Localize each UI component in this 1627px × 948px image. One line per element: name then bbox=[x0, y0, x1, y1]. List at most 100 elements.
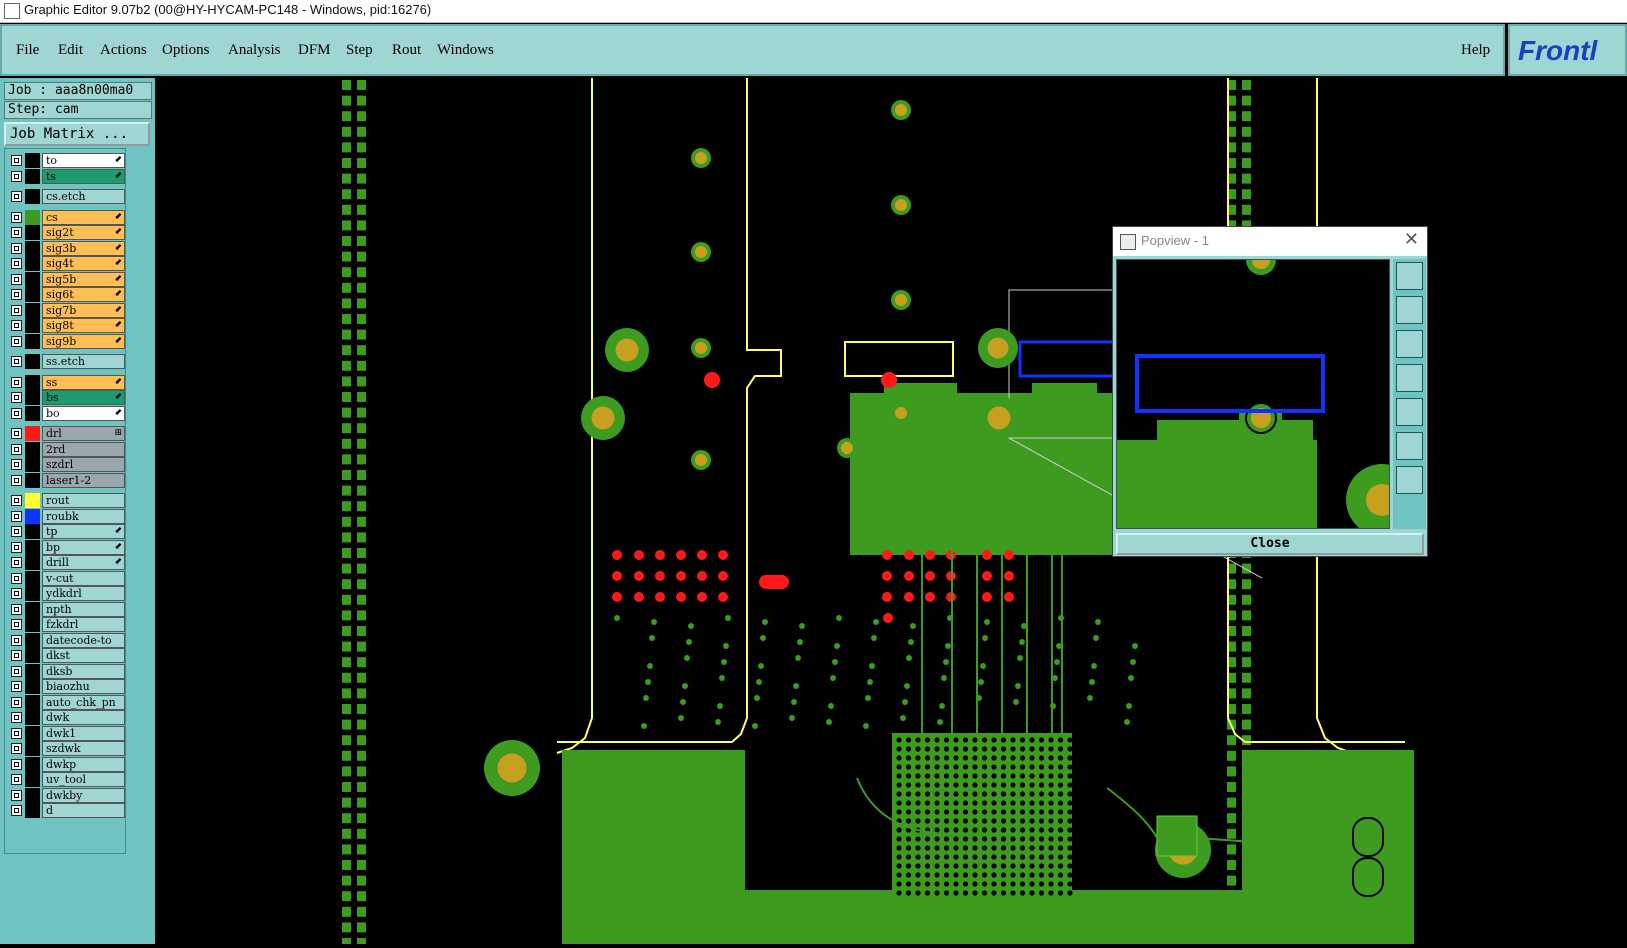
zoom-out-icon[interactable] bbox=[1396, 466, 1423, 494]
layer-name[interactable]: to ⬋ bbox=[42, 153, 125, 168]
layer-checkbox[interactable] bbox=[11, 541, 22, 553]
layer-color-swatch[interactable] bbox=[25, 663, 40, 679]
layer-name[interactable]: sig4t ⬋ bbox=[42, 256, 125, 271]
layer-row-sig3b[interactable]: sig3b ⬋ bbox=[7, 240, 125, 256]
layer-name[interactable]: auto_chk_pn bbox=[42, 694, 125, 710]
layer-name[interactable]: roubk bbox=[42, 508, 125, 524]
layer-name[interactable]: bs ⬋ bbox=[42, 390, 125, 405]
layer-checkbox[interactable] bbox=[11, 407, 22, 419]
pan-up-icon[interactable] bbox=[1396, 296, 1423, 324]
layer-checkbox[interactable] bbox=[11, 258, 22, 269]
menu-options[interactable]: Options bbox=[162, 42, 210, 59]
layer-name[interactable]: uv_tool bbox=[42, 772, 125, 787]
layer-row-szdwk[interactable]: szdwk bbox=[7, 741, 125, 756]
layer-checkbox[interactable] bbox=[11, 392, 22, 403]
layer-checkbox[interactable] bbox=[11, 474, 22, 486]
layer-name[interactable]: drill ⬋ bbox=[42, 555, 125, 570]
layer-checkbox[interactable] bbox=[11, 572, 22, 584]
layer-name[interactable]: laser1-2 bbox=[42, 472, 125, 488]
layer-name[interactable]: 2rd bbox=[42, 441, 125, 457]
layer-checkbox[interactable] bbox=[11, 727, 22, 739]
layer-color-swatch[interactable] bbox=[25, 302, 40, 318]
menu-dfm[interactable]: DFM bbox=[298, 42, 331, 59]
layer-color-swatch[interactable] bbox=[25, 555, 40, 570]
layer-name[interactable]: rout bbox=[42, 493, 125, 508]
layer-color-swatch[interactable] bbox=[25, 539, 40, 555]
layer-name[interactable]: sig5b ⬋ bbox=[42, 271, 125, 287]
layer-name[interactable]: sig7b ⬋ bbox=[42, 302, 125, 318]
layer-color-swatch[interactable] bbox=[25, 772, 40, 787]
layer-name[interactable]: cs ⬋ bbox=[42, 209, 125, 225]
layer-color-swatch[interactable] bbox=[25, 741, 40, 756]
layer-checkbox[interactable] bbox=[11, 227, 22, 238]
layer-name[interactable]: cs.etch bbox=[42, 189, 125, 204]
layer-checkbox[interactable] bbox=[11, 376, 22, 388]
layer-color-swatch[interactable] bbox=[25, 390, 40, 405]
layer-row-bp[interactable]: bp ⬋ bbox=[7, 539, 125, 555]
layer-color-swatch[interactable] bbox=[25, 648, 40, 663]
layer-color-swatch[interactable] bbox=[25, 601, 40, 617]
layer-color-swatch[interactable] bbox=[25, 617, 40, 632]
layer-row-dkst[interactable]: dkst bbox=[7, 648, 125, 663]
menu-file[interactable]: File bbox=[16, 42, 39, 59]
layer-row-to[interactable]: to ⬋ bbox=[7, 153, 125, 168]
layer-color-swatch[interactable] bbox=[25, 405, 40, 421]
layer-checkbox[interactable] bbox=[11, 634, 22, 646]
layer-checkbox[interactable] bbox=[11, 712, 22, 723]
layer-color-swatch[interactable] bbox=[25, 694, 40, 710]
layer-name[interactable]: sig9b ⬋ bbox=[42, 333, 125, 349]
layer-row-cs.etch[interactable]: cs.etch bbox=[7, 189, 125, 204]
layer-name[interactable]: tp ⬋ bbox=[42, 524, 125, 539]
layer-color-swatch[interactable] bbox=[25, 570, 40, 586]
layer-color-swatch[interactable] bbox=[25, 240, 40, 256]
layer-color-swatch[interactable] bbox=[25, 256, 40, 271]
layer-checkbox[interactable] bbox=[11, 526, 22, 537]
layer-name[interactable]: npth bbox=[42, 601, 125, 617]
layer-row-dksb[interactable]: dksb bbox=[7, 663, 125, 679]
popview-zoom-view[interactable] bbox=[1116, 259, 1390, 529]
layer-row-uv_tool[interactable]: uv_tool bbox=[7, 772, 125, 787]
layer-name[interactable]: drl ⊞ bbox=[42, 426, 125, 441]
popview-close-icon[interactable]: ✕ bbox=[1404, 229, 1419, 250]
layer-color-swatch[interactable] bbox=[25, 524, 40, 539]
layer-checkbox[interactable] bbox=[11, 289, 22, 300]
pan-left-icon[interactable] bbox=[1396, 364, 1423, 392]
layer-name[interactable]: datecode-to bbox=[42, 632, 125, 648]
layer-color-swatch[interactable] bbox=[25, 189, 40, 204]
layer-color-swatch[interactable] bbox=[25, 318, 40, 333]
layer-row-tp[interactable]: tp ⬋ bbox=[7, 524, 125, 539]
layer-row-sig6t[interactable]: sig6t ⬋ bbox=[7, 287, 125, 302]
layer-row-szdrl[interactable]: szdrl bbox=[7, 457, 125, 472]
layer-row-sig7b[interactable]: sig7b ⬋ bbox=[7, 302, 125, 318]
layer-checkbox[interactable] bbox=[11, 665, 22, 677]
menu-rout[interactable]: Rout bbox=[392, 42, 421, 59]
layer-color-swatch[interactable] bbox=[25, 710, 40, 725]
layer-checkbox[interactable] bbox=[11, 619, 22, 630]
layer-row-sig2t[interactable]: sig2t ⬋ bbox=[7, 225, 125, 240]
popview-close-button[interactable]: Close bbox=[1116, 533, 1424, 555]
layer-row-dwk1[interactable]: dwk1 bbox=[7, 725, 125, 741]
layer-checkbox[interactable] bbox=[11, 758, 22, 770]
layer-checkbox[interactable] bbox=[11, 155, 22, 166]
layer-name[interactable]: bo ⬋ bbox=[42, 405, 125, 421]
layer-name[interactable]: sig2t ⬋ bbox=[42, 225, 125, 240]
layer-checkbox[interactable] bbox=[11, 191, 22, 202]
layer-name[interactable]: d bbox=[42, 803, 125, 818]
pan-right-icon[interactable] bbox=[1396, 398, 1423, 426]
layer-checkbox[interactable] bbox=[11, 356, 22, 367]
layer-checkbox[interactable] bbox=[11, 211, 22, 223]
layer-color-swatch[interactable] bbox=[25, 632, 40, 648]
layer-row-biaozhu[interactable]: biaozhu bbox=[7, 679, 125, 694]
layer-name[interactable]: dkst bbox=[42, 648, 125, 663]
layer-color-swatch[interactable] bbox=[25, 679, 40, 694]
layer-color-swatch[interactable] bbox=[25, 457, 40, 472]
layer-row-sig9b[interactable]: sig9b ⬋ bbox=[7, 333, 125, 349]
layer-name[interactable]: fzkdrl bbox=[42, 617, 125, 632]
zoom-in-icon[interactable] bbox=[1396, 432, 1423, 460]
layer-color-swatch[interactable] bbox=[25, 271, 40, 287]
layer-color-swatch[interactable] bbox=[25, 803, 40, 818]
layer-color-swatch[interactable] bbox=[25, 168, 40, 184]
layer-color-swatch[interactable] bbox=[25, 225, 40, 240]
layer-row-bs[interactable]: bs ⬋ bbox=[7, 390, 125, 405]
layer-color-swatch[interactable] bbox=[25, 354, 40, 369]
